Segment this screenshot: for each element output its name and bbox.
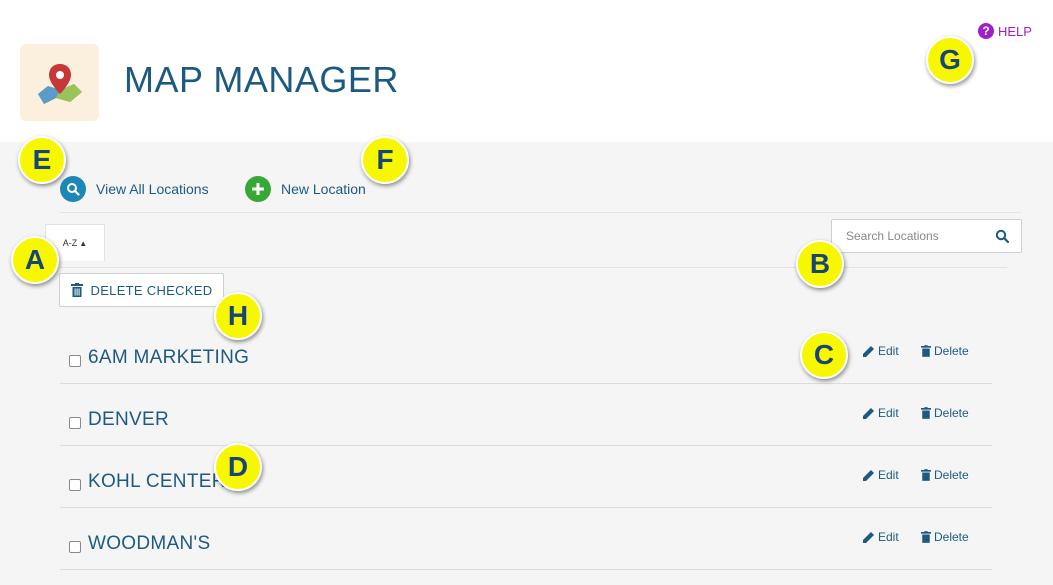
search-circle-icon xyxy=(60,176,86,202)
callout-h: H xyxy=(214,292,262,340)
row-checkbox[interactable] xyxy=(69,479,81,491)
delete-label: Delete xyxy=(934,468,969,482)
trash-icon xyxy=(921,531,931,543)
location-name: 6AM MARKETING xyxy=(88,347,250,368)
delete-label: Delete xyxy=(934,406,969,420)
callout-c: C xyxy=(800,331,848,379)
location-name: KOHL CENTER xyxy=(88,471,226,492)
trash-icon xyxy=(921,345,931,357)
pencil-icon xyxy=(863,532,874,543)
callout-b: B xyxy=(796,240,844,288)
location-row: 6AM MARKETING Edit Delete xyxy=(60,321,992,384)
edit-label: Edit xyxy=(878,406,899,420)
callout-f: F xyxy=(361,136,409,184)
edit-link[interactable]: Edit xyxy=(863,468,899,482)
location-row: WOODMAN'S Edit Delete xyxy=(60,507,992,570)
new-location-label: New Location xyxy=(281,181,366,197)
map-pin-icon xyxy=(20,44,99,121)
delete-link[interactable]: Delete xyxy=(921,468,969,482)
delete-checked-button[interactable]: DELETE CHECKED xyxy=(59,273,224,307)
location-row: KOHL CENTER Edit Delete xyxy=(60,445,992,508)
trash-icon xyxy=(921,469,931,481)
sort-label: A-Z xyxy=(62,238,78,248)
row-checkbox[interactable] xyxy=(69,355,81,367)
search-input[interactable] xyxy=(844,228,988,244)
callout-g: G xyxy=(926,36,974,84)
delete-link[interactable]: Delete xyxy=(921,530,969,544)
caret-up-icon: ▲ xyxy=(79,238,88,248)
location-name: WOODMAN'S xyxy=(88,533,211,554)
header-bar: MAP MANAGER ? HELP xyxy=(0,0,1053,142)
edit-label: Edit xyxy=(878,344,899,358)
search-icon[interactable] xyxy=(995,229,1010,248)
plus-circle-icon xyxy=(245,176,271,202)
location-row: DENVER Edit Delete xyxy=(60,383,992,446)
help-link[interactable]: ? HELP xyxy=(978,23,1032,39)
delete-link[interactable]: Delete xyxy=(921,406,969,420)
divider xyxy=(60,267,1007,268)
edit-label: Edit xyxy=(878,468,899,482)
delete-link[interactable]: Delete xyxy=(921,344,969,358)
divider xyxy=(60,212,1021,213)
edit-link[interactable]: Edit xyxy=(863,406,899,420)
pencil-icon xyxy=(863,470,874,481)
delete-label: Delete xyxy=(934,344,969,358)
callout-a: A xyxy=(11,236,59,284)
view-all-locations-link[interactable]: View All Locations xyxy=(60,176,209,202)
view-all-locations-label: View All Locations xyxy=(96,181,209,197)
delete-label: Delete xyxy=(934,530,969,544)
new-location-link[interactable]: New Location xyxy=(245,176,366,202)
trash-icon xyxy=(921,407,931,419)
row-checkbox[interactable] xyxy=(69,417,81,429)
delete-checked-label: DELETE CHECKED xyxy=(90,282,213,298)
edit-label: Edit xyxy=(878,530,899,544)
trash-icon xyxy=(70,283,83,297)
pencil-icon xyxy=(863,346,874,357)
edit-link[interactable]: Edit xyxy=(863,530,899,544)
help-label: HELP xyxy=(998,23,1032,39)
question-circle-icon: ? xyxy=(978,23,994,39)
pencil-icon xyxy=(863,408,874,419)
page-title: MAP MANAGER xyxy=(124,59,399,100)
location-name: DENVER xyxy=(88,409,169,430)
search-box xyxy=(831,219,1022,253)
callout-e: E xyxy=(18,136,66,184)
row-checkbox[interactable] xyxy=(69,541,81,553)
callout-d: D xyxy=(214,443,262,491)
edit-link[interactable]: Edit xyxy=(863,344,899,358)
